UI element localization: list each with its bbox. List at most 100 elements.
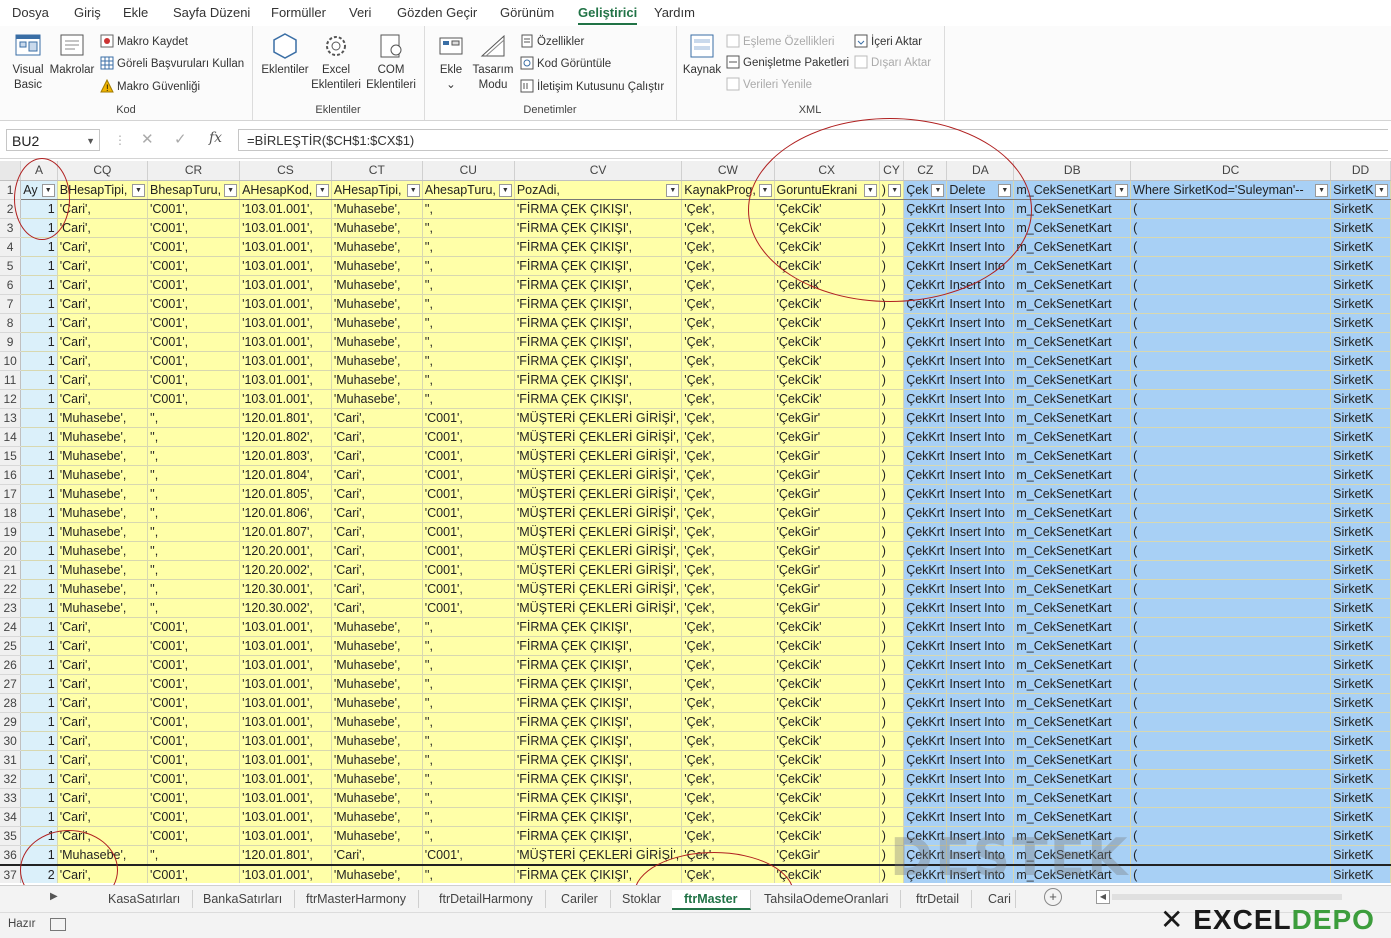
row-header[interactable]: 36 <box>0 845 22 865</box>
table-cell[interactable]: '103.01.001', <box>239 863 332 883</box>
table-cell[interactable]: 'ÇekGir' <box>774 560 880 580</box>
table-cell[interactable]: ( <box>1130 579 1332 599</box>
table-cell[interactable]: 'C001', <box>147 294 241 314</box>
filter-header-cell[interactable]: Ay ▼ <box>20 180 58 200</box>
table-cell[interactable]: 'Cari', <box>57 294 149 314</box>
table-cell[interactable]: ÇekKrt <box>903 237 948 257</box>
table-cell[interactable]: ÇekKrt <box>903 826 948 846</box>
table-cell[interactable]: Insert Into <box>946 446 1015 466</box>
table-cell[interactable]: ( <box>1130 712 1332 732</box>
column-header-db[interactable]: DB <box>1013 161 1132 181</box>
table-cell[interactable]: 'C001', <box>422 579 515 599</box>
tab-bankasatirlari[interactable]: BankaSatırları <box>191 890 296 908</box>
table-cell[interactable]: 'C001', <box>147 863 241 883</box>
table-cell[interactable]: '103.01.001', <box>239 807 332 827</box>
table-cell[interactable]: 1 <box>20 370 58 390</box>
table-cell[interactable]: 'C001', <box>147 750 241 770</box>
table-cell[interactable]: Insert Into <box>946 484 1015 504</box>
table-cell[interactable]: 'MÜŞTERİ ÇEKLERİ GİRİŞİ', <box>514 541 683 561</box>
table-cell[interactable]: 1 <box>20 579 58 599</box>
table-cell[interactable]: m_CekSenetKart <box>1013 693 1132 713</box>
table-cell[interactable]: ( <box>1130 237 1332 257</box>
table-cell[interactable]: 'Muhasebe', <box>57 845 149 865</box>
table-cell[interactable]: ) <box>879 788 905 808</box>
table-cell[interactable]: 'ÇekGir' <box>774 465 880 485</box>
table-cell[interactable]: m_CekSenetKart <box>1013 636 1132 656</box>
table-cell[interactable]: m_CekSenetKart <box>1013 484 1132 504</box>
row-header[interactable]: 10 <box>0 351 22 371</box>
table-cell[interactable]: 'MÜŞTERİ ÇEKLERİ GİRİŞİ', <box>514 503 683 523</box>
table-cell[interactable]: '103.01.001', <box>239 294 332 314</box>
table-cell[interactable]: Insert Into <box>946 541 1015 561</box>
drag-handle-icon[interactable]: ⋮ <box>114 133 126 147</box>
table-cell[interactable]: SirketK <box>1330 863 1391 883</box>
filter-dropdown-icon[interactable]: ▼ <box>666 183 680 197</box>
table-cell[interactable]: 'C001', <box>422 560 515 580</box>
column-header-cr[interactable]: CR <box>147 161 241 181</box>
table-cell[interactable]: ÇekKrt <box>903 199 948 219</box>
table-cell[interactable]: 'Muhasebe', <box>331 769 423 789</box>
table-cell[interactable]: 'FİRMA ÇEK ÇIKIŞI', <box>514 674 683 694</box>
table-cell[interactable]: 'Muhasebe', <box>57 560 149 580</box>
menu-gorunum[interactable]: Görünüm <box>500 5 554 20</box>
row-header[interactable]: 15 <box>0 446 22 466</box>
table-cell[interactable]: 'C001', <box>147 199 241 219</box>
table-cell[interactable]: ( <box>1130 826 1332 846</box>
table-cell[interactable]: m_CekSenetKart <box>1013 218 1132 238</box>
table-cell[interactable]: 1 <box>20 788 58 808</box>
table-cell[interactable]: 'Çek', <box>681 370 775 390</box>
table-cell[interactable]: 'Çek', <box>681 788 775 808</box>
table-cell[interactable]: 'C001', <box>147 370 241 390</box>
row-header[interactable]: 34 <box>0 807 22 827</box>
visual-basic-button[interactable]: Visual Basic <box>6 32 50 93</box>
table-cell[interactable]: Insert Into <box>946 598 1015 618</box>
filter-header-cell[interactable]: Where SirketKod='Suleyman'-- ▼ <box>1130 180 1332 200</box>
table-cell[interactable]: '', <box>422 199 515 219</box>
table-cell[interactable]: '', <box>422 674 515 694</box>
table-cell[interactable]: 'Çek', <box>681 826 775 846</box>
table-cell[interactable]: 'Çek', <box>681 712 775 732</box>
filter-dropdown-icon[interactable]: ▼ <box>1115 183 1129 197</box>
table-cell[interactable]: ) <box>879 845 905 865</box>
table-cell[interactable]: 1 <box>20 389 58 409</box>
table-cell[interactable]: '120.20.001', <box>239 541 332 561</box>
table-cell[interactable]: m_CekSenetKart <box>1013 826 1132 846</box>
table-cell[interactable]: 'Cari', <box>57 712 149 732</box>
table-cell[interactable]: 'Cari', <box>57 826 149 846</box>
table-cell[interactable]: '', <box>147 427 241 447</box>
table-cell[interactable]: ÇekKrt <box>903 332 948 352</box>
row-header[interactable]: 26 <box>0 655 22 675</box>
table-cell[interactable]: '103.01.001', <box>239 275 332 295</box>
table-cell[interactable]: 'Muhasebe', <box>331 256 423 276</box>
table-cell[interactable]: m_CekSenetKart <box>1013 351 1132 371</box>
table-cell[interactable]: '103.01.001', <box>239 351 332 371</box>
table-cell[interactable]: 'ÇekCik' <box>774 256 880 276</box>
tab-ftrdetail[interactable]: ftrDetail <box>904 890 973 908</box>
table-cell[interactable]: 'Çek', <box>681 863 775 883</box>
table-cell[interactable]: 'Çek', <box>681 598 775 618</box>
row-header[interactable]: 13 <box>0 408 22 428</box>
genisletme-paketleri-button[interactable]: Genişletme Paketleri <box>726 55 849 71</box>
table-cell[interactable]: 1 <box>20 351 58 371</box>
filter-dropdown-icon[interactable]: ▼ <box>931 183 945 197</box>
table-cell[interactable]: SirketK <box>1330 617 1391 637</box>
eklentiler-button[interactable]: Eklentiler <box>260 32 310 78</box>
table-cell[interactable]: 'Cari', <box>57 807 149 827</box>
table-cell[interactable]: SirketK <box>1330 218 1391 238</box>
table-cell[interactable]: Insert Into <box>946 579 1015 599</box>
table-cell[interactable]: Insert Into <box>946 655 1015 675</box>
table-cell[interactable]: Insert Into <box>946 674 1015 694</box>
table-cell[interactable]: ) <box>879 237 905 257</box>
table-cell[interactable]: SirketK <box>1330 332 1391 352</box>
table-cell[interactable]: Insert Into <box>946 199 1015 219</box>
table-cell[interactable]: ( <box>1130 351 1332 371</box>
table-cell[interactable]: 'Muhasebe', <box>331 636 423 656</box>
table-cell[interactable]: 'Muhasebe', <box>331 655 423 675</box>
table-cell[interactable]: 'ÇekCik' <box>774 636 880 656</box>
table-cell[interactable]: Insert Into <box>946 788 1015 808</box>
table-cell[interactable]: 'ÇekCik' <box>774 218 880 238</box>
table-cell[interactable]: ( <box>1130 465 1332 485</box>
table-cell[interactable]: m_CekSenetKart <box>1013 427 1132 447</box>
table-cell[interactable]: 1 <box>20 541 58 561</box>
row-header[interactable]: 3 <box>0 218 22 238</box>
